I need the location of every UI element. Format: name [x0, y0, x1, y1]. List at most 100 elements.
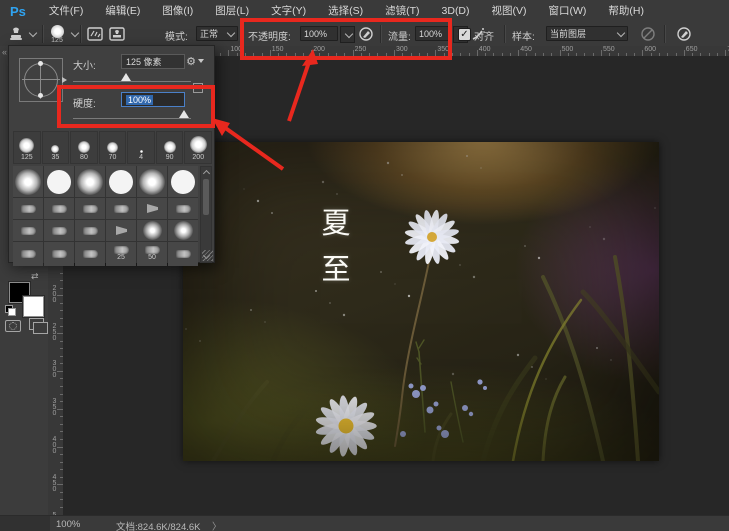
brush-tip-icon [21, 205, 36, 213]
options-bar: 125 模式: 正常 不透明度: 100% 流量: 100% ✓ 对 [0, 22, 729, 47]
recent-brush[interactable]: 35 [42, 131, 70, 164]
swap-colors-icon[interactable]: ⇄ [31, 271, 39, 282]
brush-preset[interactable] [137, 198, 167, 219]
brush-size-label: 4 [139, 154, 143, 162]
menu-item[interactable]: 图像(I) [151, 5, 204, 17]
menu-item[interactable]: 滤镜(T) [374, 5, 430, 17]
brush-preset[interactable] [44, 242, 74, 266]
ignore-adjustment-layers-icon[interactable] [640, 26, 656, 42]
recent-brush[interactable]: 200 [184, 131, 212, 164]
menu-item[interactable]: 3D(D) [431, 5, 481, 17]
brush-preset[interactable] [13, 242, 43, 266]
opacity-input[interactable]: 100% [300, 26, 338, 41]
recent-brush[interactable]: 125 [13, 131, 41, 164]
brush-preset[interactable] [106, 198, 136, 219]
size-slider-thumb[interactable] [121, 73, 131, 81]
brush-size-label: 125 [21, 154, 33, 162]
tool-preset-chevron-icon[interactable] [29, 29, 37, 37]
brush-preset[interactable] [106, 220, 136, 241]
menu-item[interactable]: 文件(F) [38, 5, 94, 17]
recent-brushes-row: 125 358070 4 90200 [13, 131, 212, 164]
brush-tip-icon [47, 170, 71, 194]
sample-size-icon[interactable] [193, 83, 203, 93]
artwork-title-text: 夏至 [321, 200, 351, 292]
brush-tip-icon [114, 246, 129, 254]
default-colors-icon[interactable] [5, 305, 16, 316]
brush-preset[interactable] [137, 220, 167, 241]
menu-item[interactable]: 选择(S) [317, 5, 374, 17]
menu-items: 文件(F)编辑(E)图像(I)图层(L)文字(Y)选择(S)滤镜(T)3D(D)… [38, 0, 655, 22]
opacity-dropdown-button[interactable] [340, 26, 355, 43]
quick-mask-button[interactable] [5, 320, 21, 332]
recent-brush[interactable]: 80 [70, 131, 98, 164]
menu-item[interactable]: 帮助(H) [597, 5, 655, 17]
status-expand-icon[interactable]: 〉 [212, 519, 222, 531]
document-canvas[interactable]: 夏至 [183, 142, 659, 461]
size-input[interactable]: 125 像素 [121, 54, 185, 69]
brush-tip-icon [15, 169, 41, 195]
clone-source-panel-icon[interactable] [109, 26, 125, 42]
brush-preset[interactable] [168, 198, 198, 219]
sample-label: 样本: [512, 28, 535, 43]
aligned-checkbox[interactable]: ✓ [458, 28, 471, 41]
brush-tip-icon [114, 205, 129, 213]
toggle-brush-panel-icon[interactable] [87, 26, 103, 42]
brush-angle-control[interactable] [19, 58, 63, 102]
opacity-pressure-icon[interactable] [358, 26, 374, 42]
resize-grip[interactable] [202, 250, 213, 261]
mode-select[interactable]: 正常 [196, 26, 238, 41]
brush-preset[interactable]: 25 [106, 242, 136, 266]
brush-tip-icon [164, 141, 176, 153]
brush-preset[interactable] [13, 166, 43, 197]
hardness-input[interactable]: 100% [121, 92, 185, 107]
gear-icon[interactable]: ⚙ [186, 55, 204, 68]
brush-preset[interactable] [13, 198, 43, 219]
clone-stamp-tool-icon[interactable] [8, 26, 24, 42]
brush-size-label: 50 [148, 254, 156, 262]
brush-preset[interactable] [75, 242, 105, 266]
recent-brush[interactable]: 70 [99, 131, 127, 164]
brush-preset[interactable] [44, 220, 74, 241]
menu-item[interactable]: 图层(L) [204, 5, 260, 17]
background-color-swatch[interactable] [23, 296, 44, 317]
menu-item[interactable]: 文字(Y) [260, 5, 317, 17]
brush-grid-scrollbar[interactable] [200, 166, 212, 263]
hardness-slider[interactable] [73, 118, 191, 119]
hardness-slider-thumb[interactable] [179, 110, 189, 118]
brush-tip-icon [174, 221, 193, 240]
separator [42, 25, 44, 43]
collapse-panel-icon[interactable]: « [2, 47, 7, 57]
flow-input[interactable]: 100% [415, 26, 451, 41]
brush-tip-icon [145, 246, 160, 254]
brush-preset[interactable] [168, 242, 198, 266]
brush-tip-icon [52, 227, 67, 235]
brush-preset[interactable] [137, 166, 167, 197]
brush-preset[interactable] [75, 198, 105, 219]
menu-item[interactable]: 视图(V) [481, 5, 538, 17]
size-slider[interactable] [73, 81, 191, 82]
brush-tip-icon [52, 205, 67, 213]
brush-preset[interactable] [75, 166, 105, 197]
brush-preset[interactable]: 50 [137, 242, 167, 266]
brush-preset[interactable] [168, 220, 198, 241]
screen-mode-button[interactable] [29, 318, 44, 330]
sample-select[interactable]: 当前图层 [546, 26, 628, 41]
menu-item[interactable]: 窗口(W) [538, 5, 598, 17]
ruler-label: 500 [562, 46, 574, 53]
recent-brush[interactable]: 4 [127, 131, 155, 164]
brush-preset[interactable] [168, 166, 198, 197]
size-pressure-icon[interactable] [676, 26, 692, 42]
brush-preset[interactable] [44, 198, 74, 219]
menu-item[interactable]: 编辑(E) [94, 5, 151, 17]
menu-bar: Ps 文件(F)编辑(E)图像(I)图层(L)文字(Y)选择(S)滤镜(T)3D… [0, 0, 729, 23]
brush-preset[interactable] [106, 166, 136, 197]
brush-preset-picker: 大小: 125 像素 ⚙ 硬度: 100% 125358070490200 25… [8, 45, 215, 263]
brush-picker-chevron-icon[interactable] [71, 29, 79, 37]
scrollbar-thumb[interactable] [203, 179, 209, 215]
brush-preset[interactable] [13, 220, 43, 241]
recent-brush[interactable]: 90 [156, 131, 184, 164]
scroll-up-icon [203, 170, 210, 177]
brush-preset[interactable] [75, 220, 105, 241]
brush-preset[interactable] [44, 166, 74, 197]
zoom-level-input[interactable]: 100% [56, 519, 80, 530]
